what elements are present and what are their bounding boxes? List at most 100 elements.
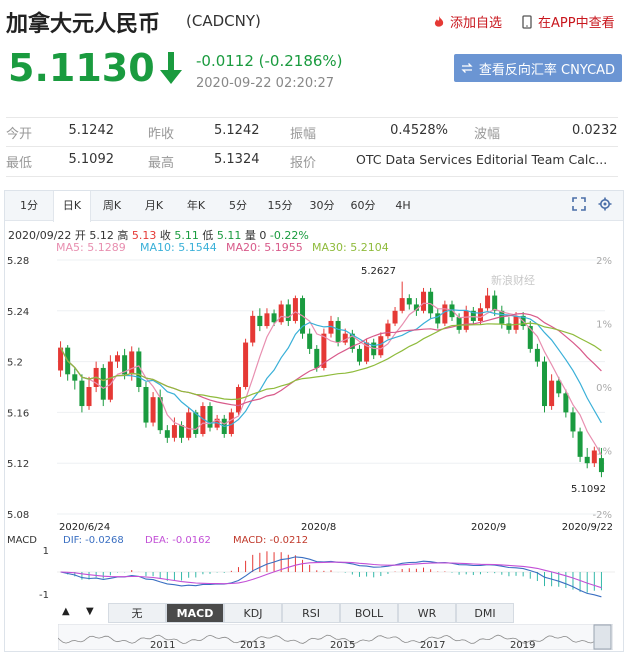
candle-body [463,310,469,330]
stat-value: 5.1242 [214,122,260,138]
candle-body [428,291,434,314]
max-price-label: 5.2627 [361,266,396,277]
candle-body [314,348,320,368]
candle-body [485,295,491,309]
candle-body [563,393,569,413]
stats-row: 最低 5.1092 最高 5.1324 报价 OTC Data Services Ed… [6,147,618,177]
navigator-year: 2013 [240,640,265,650]
candle-body [549,380,555,407]
candle-body [207,406,213,428]
fullscreen-icon[interactable] [572,197,586,211]
tab-4[interactable]: 年K [175,191,217,221]
candle-body [171,425,177,438]
range-navigator[interactable]: 2011 2013 2015 2017 2019 [58,624,613,650]
y-tick-label: 5.2 [7,358,23,369]
macd-axis-label: -1 [39,590,49,601]
macd-dif: DIF: -0.0268 [63,535,124,546]
indicator-tab-3[interactable]: RSI [282,603,340,623]
price-change: -0.0112 (-0.2186%) [196,52,343,70]
reverse-rate-label: 查看反向汇率 CNYCAD [478,62,616,78]
x-tick-label: 2020/6/24 [59,522,110,533]
candle-body [399,298,405,311]
indicator-tab-5[interactable]: WR [398,603,456,623]
current-price: 5.1130 [8,46,155,90]
tab-7[interactable]: 30分 [301,191,343,221]
quote-stats-table: 今开 5.1242 昨收 5.1242 振幅 0.4528% 波幅 0.0232 最低 5… [6,117,618,177]
indicator-tab-6[interactable]: DMI [456,603,514,623]
indicator-tab-2[interactable]: KDJ [224,603,282,623]
pct-tick-label: 1% [596,320,612,331]
stat-value: 0.0232 [572,122,618,138]
candle-body [107,361,113,400]
candle-body [164,430,170,438]
tab-3[interactable]: 月K [133,191,175,221]
navigator-year: 2017 [420,640,445,650]
stat-label: 最高 [148,156,175,171]
candle-body [534,348,540,362]
tab-1[interactable]: 日K [53,190,91,222]
add-favorite-link[interactable]: 添加自选 [432,12,502,31]
tab-9[interactable]: 4H [383,191,423,221]
currency-code: (CADCNY) [186,12,261,30]
candle-body [378,336,384,356]
candle-body [307,333,313,349]
tab-8[interactable]: 60分 [343,191,383,221]
view-in-app-label: 在APP中查看 [538,16,615,31]
indicator-tab-1[interactable]: MACD [166,603,224,623]
page-title: 加拿大元人民币 [6,12,161,37]
tab-5[interactable]: 5分 [217,191,259,221]
y-tick-label: 5.28 [7,256,29,267]
y-tick-label: 5.08 [7,510,29,521]
y-tick-label: 5.24 [7,307,29,318]
y-tick-label: 5.16 [7,408,29,419]
candle-body [257,315,263,327]
flame-icon [434,15,444,27]
candle-body [335,320,341,343]
y-tick-label: 5.12 [7,459,29,470]
candle-body [250,315,256,343]
candle-body [292,298,298,321]
tab-6[interactable]: 15分 [259,191,301,221]
watermark: 新浪财经 [491,273,535,287]
candlestick-chart[interactable]: 5.285.245.25.165.125.082%1%0%-1%-2%新浪财经5… [5,252,623,632]
candle-body [513,315,519,330]
macd-dea: DEA: -0.0162 [145,535,211,546]
scroll-down-icon[interactable]: ▼ [86,606,94,617]
candle-body [570,412,576,432]
x-tick-label: 2020/9 [471,522,506,533]
candle-body [406,298,412,305]
indicator-tab-4[interactable]: BOLL [340,603,398,623]
stat-label: 今开 [6,126,33,142]
candle-body [278,304,284,323]
macd-title: MACD [7,535,37,546]
view-in-app-link[interactable]: 在APP中查看 [520,12,615,31]
candle-body [193,412,199,434]
stats-row: 今开 5.1242 昨收 5.1242 振幅 0.4528% 波幅 0.0232 [6,117,618,147]
navigator-year: 2019 [510,640,535,650]
candle-body [271,313,277,323]
indicator-tab-0[interactable]: 无 [108,603,166,623]
candle-body [285,304,291,321]
pct-tick-label: -2% [593,510,612,521]
tab-2[interactable]: 周K [91,191,133,221]
settings-icon[interactable] [598,197,612,211]
down-arrow-icon [160,52,182,84]
candle-body [72,374,78,381]
candle-body [186,412,192,438]
reverse-rate-button[interactable]: 查看反向汇率 CNYCAD [454,54,622,82]
tab-0[interactable]: 1分 [5,191,53,221]
candle-body [150,397,156,423]
pct-tick-label: 0% [596,383,612,394]
scroll-up-icon[interactable]: ▲ [62,606,70,617]
candle-body [129,351,135,375]
min-price-label: 5.1092 [571,484,606,495]
candle-body [356,348,362,362]
navigator-year: 2015 [330,640,355,650]
pct-tick-label: 2% [596,256,612,267]
stat-value: 5.1324 [214,152,260,167]
candle-body [385,323,391,337]
add-favorite-label: 添加自选 [450,16,503,31]
indicator-tabs: 无 MACD KDJ RSI BOLL WR DMI [108,603,514,623]
stat-value: OTC Data Services Editorial Team Calc... [356,152,606,167]
navigator-handle [593,624,612,650]
